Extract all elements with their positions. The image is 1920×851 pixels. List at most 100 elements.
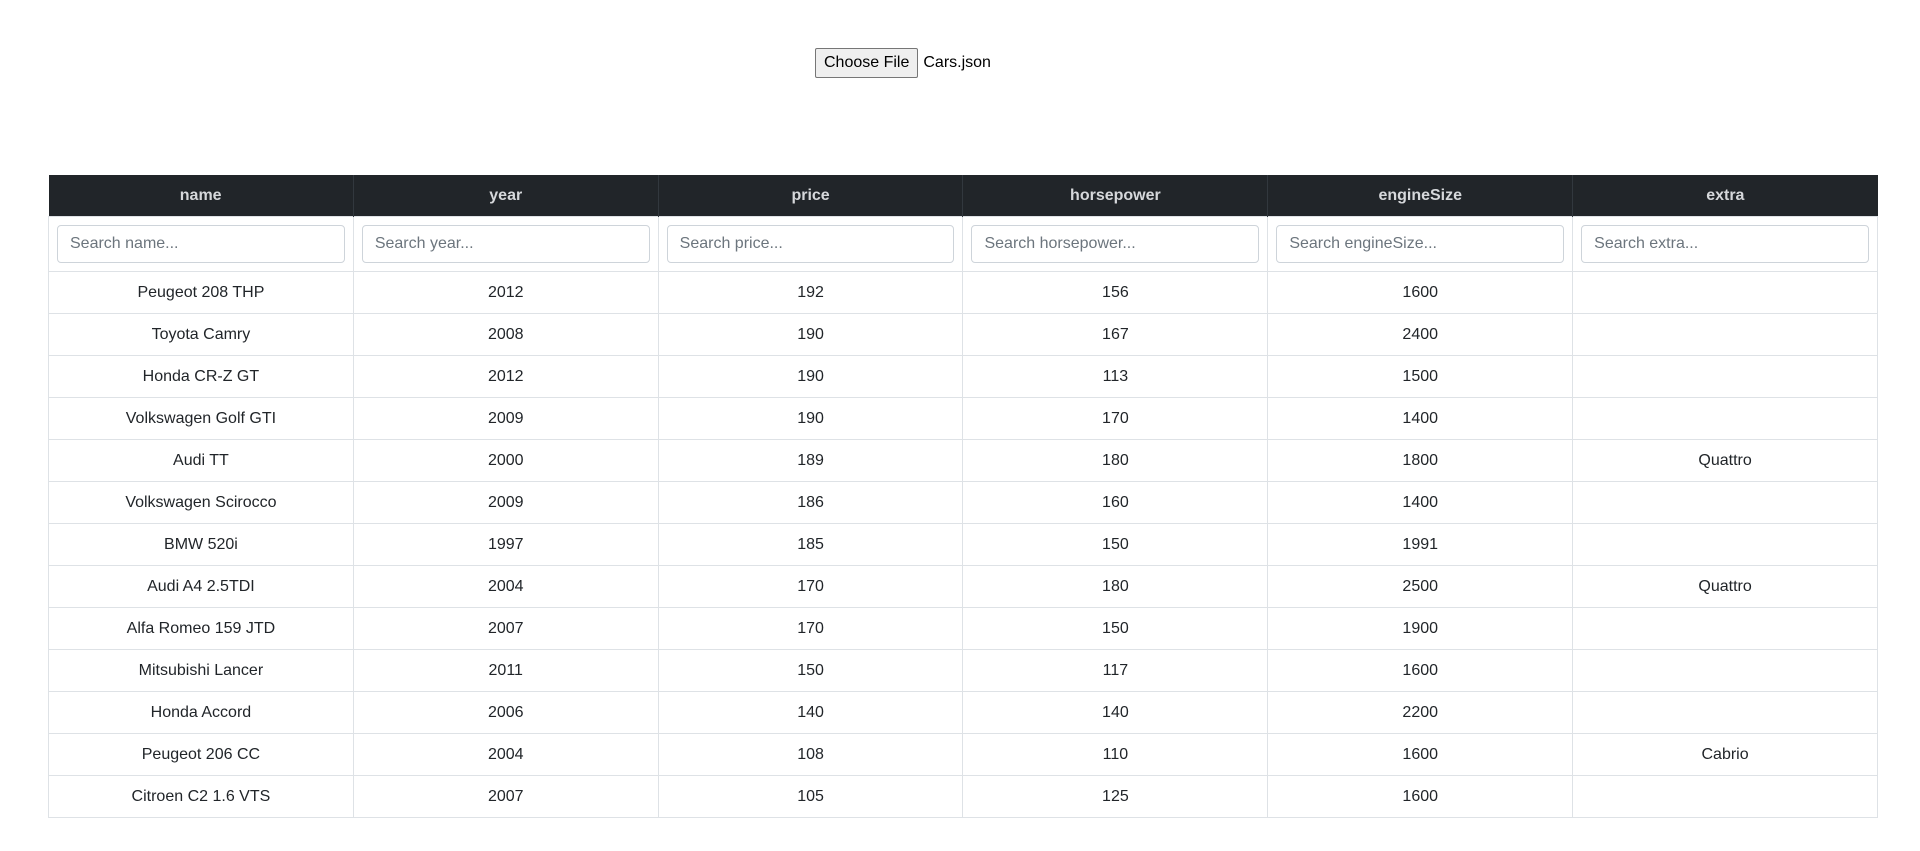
cell-price: 170 — [657, 565, 964, 608]
cell-extra — [1572, 649, 1878, 692]
column-header-extra[interactable]: extra — [1572, 175, 1878, 217]
selected-file-name: Cars.json — [923, 54, 991, 71]
cell-name: Alfa Romeo 159 JTD — [48, 607, 354, 650]
cell-price: 189 — [657, 439, 964, 482]
cell-extra: Cabrio — [1572, 733, 1878, 776]
cell-year: 2000 — [352, 439, 659, 482]
cell-enginesize: 1800 — [1267, 439, 1574, 482]
table-body: Peugeot 208 THP 2012 192 156 1600 Toyota Camr… — [48, 271, 1878, 818]
cell-name: Audi TT — [48, 439, 354, 482]
filter-cell — [962, 216, 1269, 272]
cell-enginesize: 1600 — [1267, 271, 1574, 314]
choose-file-button[interactable]: Choose File — [815, 48, 919, 78]
cell-enginesize: 1500 — [1267, 355, 1574, 398]
cell-name: Honda CR-Z GT — [48, 355, 354, 398]
cell-horsepower: 156 — [962, 271, 1269, 314]
cell-year: 2008 — [352, 313, 659, 356]
cell-name: Toyota Camry — [48, 313, 354, 356]
cell-extra — [1572, 313, 1878, 356]
table-row[interactable]: Honda Accord 2006 140 140 2200 — [48, 691, 1878, 734]
table-row[interactable]: Volkswagen Golf GTI 2009 190 170 1400 — [48, 397, 1878, 440]
table-row[interactable]: Audi A4 2.5TDI 2004 170 180 2500 Quattro — [48, 565, 1878, 608]
table-row[interactable]: Peugeot 206 CC 2004 108 110 1600 Cabrio — [48, 733, 1878, 776]
cell-year: 2004 — [352, 565, 659, 608]
cell-extra — [1572, 691, 1878, 734]
table-row[interactable]: Peugeot 208 THP 2012 192 156 1600 — [48, 271, 1878, 314]
search-year-input[interactable] — [361, 225, 650, 263]
cell-year: 2012 — [352, 355, 659, 398]
cell-year: 2012 — [352, 271, 659, 314]
cell-extra — [1572, 607, 1878, 650]
cell-year: 2009 — [352, 481, 659, 524]
cell-price: 190 — [657, 355, 964, 398]
cell-enginesize: 1400 — [1267, 397, 1574, 440]
cell-horsepower: 150 — [962, 523, 1269, 566]
cell-enginesize: 1900 — [1267, 607, 1574, 650]
cell-extra — [1572, 397, 1878, 440]
search-price-input[interactable] — [666, 225, 955, 263]
cell-name: Volkswagen Golf GTI — [48, 397, 354, 440]
cell-price: 186 — [657, 481, 964, 524]
cars-table: name year price horsepower engineSize ex… — [48, 175, 1878, 818]
cell-extra — [1572, 271, 1878, 314]
cell-extra: Quattro — [1572, 565, 1878, 608]
column-header-name[interactable]: name — [48, 175, 354, 217]
filter-cell — [657, 216, 964, 272]
table-row[interactable]: Mitsubishi Lancer 2011 150 117 1600 — [48, 649, 1878, 692]
search-extra-input[interactable] — [1581, 225, 1869, 263]
table-row[interactable]: Citroen C2 1.6 VTS 2007 105 125 1600 — [48, 775, 1878, 818]
cell-price: 105 — [657, 775, 964, 818]
column-header-year[interactable]: year — [353, 175, 659, 217]
cell-price: 150 — [657, 649, 964, 692]
cell-name: Mitsubishi Lancer — [48, 649, 354, 692]
cell-price: 170 — [657, 607, 964, 650]
cell-name: Honda Accord — [48, 691, 354, 734]
cell-name: BMW 520i — [48, 523, 354, 566]
cell-year: 1997 — [352, 523, 659, 566]
filter-row — [48, 216, 1878, 272]
search-horsepower-input[interactable] — [971, 225, 1260, 263]
filter-body — [48, 216, 1878, 272]
filter-cell — [1267, 216, 1574, 272]
cell-name: Audi A4 2.5TDI — [48, 565, 354, 608]
cell-enginesize: 1600 — [1267, 775, 1574, 818]
cell-price: 190 — [657, 313, 964, 356]
cell-price: 190 — [657, 397, 964, 440]
table-row[interactable]: BMW 520i 1997 185 150 1991 — [48, 523, 1878, 566]
table-header: name year price horsepower engineSize ex… — [48, 175, 1878, 217]
cell-extra — [1572, 481, 1878, 524]
search-enginesize-input[interactable] — [1276, 225, 1565, 263]
cell-extra — [1572, 523, 1878, 566]
column-header-enginesize[interactable]: engineSize — [1267, 175, 1574, 217]
cell-name: Peugeot 206 CC — [48, 733, 354, 776]
table-row[interactable]: Toyota Camry 2008 190 167 2400 — [48, 313, 1878, 356]
table-row[interactable]: Audi TT 2000 189 180 1800 Quattro — [48, 439, 1878, 482]
cell-year: 2004 — [352, 733, 659, 776]
cell-name: Citroen C2 1.6 VTS — [48, 775, 354, 818]
cell-enginesize: 2400 — [1267, 313, 1574, 356]
cell-year: 2011 — [352, 649, 659, 692]
cell-horsepower: 110 — [962, 733, 1269, 776]
search-name-input[interactable] — [57, 225, 345, 263]
cell-horsepower: 125 — [962, 775, 1269, 818]
cell-extra: Quattro — [1572, 439, 1878, 482]
header-row: name year price horsepower engineSize ex… — [48, 175, 1878, 217]
table-row[interactable]: Honda CR-Z GT 2012 190 113 1500 — [48, 355, 1878, 398]
cell-horsepower: 160 — [962, 481, 1269, 524]
filter-cell — [352, 216, 659, 272]
table-row[interactable]: Volkswagen Scirocco 2009 186 160 1400 — [48, 481, 1878, 524]
cell-enginesize: 2200 — [1267, 691, 1574, 734]
table-row[interactable]: Alfa Romeo 159 JTD 2007 170 150 1900 — [48, 607, 1878, 650]
cell-name: Volkswagen Scirocco — [48, 481, 354, 524]
cell-horsepower: 113 — [962, 355, 1269, 398]
cell-year: 2009 — [352, 397, 659, 440]
cell-price: 108 — [657, 733, 964, 776]
column-header-horsepower[interactable]: horsepower — [962, 175, 1269, 217]
cell-horsepower: 170 — [962, 397, 1269, 440]
cars-table-container: name year price horsepower engineSize ex… — [48, 175, 1878, 818]
cell-enginesize: 1600 — [1267, 733, 1574, 776]
column-header-price[interactable]: price — [658, 175, 964, 217]
cell-horsepower: 140 — [962, 691, 1269, 734]
cell-year: 2007 — [352, 607, 659, 650]
filter-cell — [48, 216, 354, 272]
